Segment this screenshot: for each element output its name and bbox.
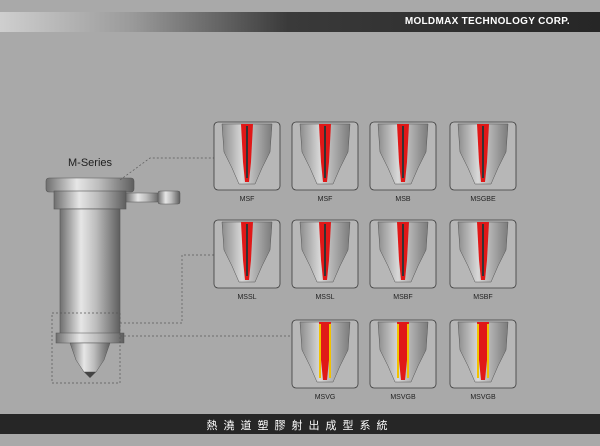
valve-pin [329, 324, 331, 378]
valve-pin [407, 324, 409, 378]
nozzle-label: MSBF [473, 294, 493, 301]
nozzle-label: MSF [317, 196, 333, 203]
nozzle-tile-msvgb [369, 319, 437, 389]
nozzle-label: MSSL [315, 294, 335, 301]
m-series-nozzle-icon [45, 177, 181, 378]
nozzle-label: MSF [239, 196, 255, 203]
nozzle-label: MSVGB [390, 394, 416, 401]
torpedo-pin [324, 224, 326, 276]
nozzle-tile-mssl [291, 219, 359, 289]
valve-pin [319, 324, 321, 378]
nozzle-tile-mssl [213, 219, 281, 289]
torpedo-pin [482, 224, 484, 276]
torpedo-pin [402, 224, 404, 276]
nozzle-label: MSBF [393, 294, 413, 301]
torpedo-pin [482, 126, 484, 178]
torpedo-pin [324, 126, 326, 178]
nozzle-tile-msvg [291, 319, 359, 389]
nozzle-tile-msb [369, 121, 437, 191]
torpedo-pin [246, 126, 248, 178]
nozzle-label: MSVGB [470, 394, 496, 401]
nozzle-tile-msf [213, 121, 281, 191]
torpedo-pin [402, 126, 404, 178]
nozzle-diagram [45, 121, 517, 389]
nozzle-tile-msvgb [449, 319, 517, 389]
torpedo-pin [246, 224, 248, 276]
nozzle-tile-msgbe [449, 121, 517, 191]
nozzle-tile-msbf [449, 219, 517, 289]
footer-title: 熱澆道塑膠射出成型系統 [206, 419, 394, 432]
valve-pin [487, 324, 489, 378]
valve-pin [477, 324, 479, 378]
nozzle-label: MSB [395, 196, 411, 203]
nozzle-label: MSSL [237, 294, 257, 301]
nozzle-label: MSVG [314, 394, 336, 401]
nozzle-label: MSGBE [470, 196, 496, 203]
valve-pin [397, 324, 399, 378]
nozzle-tile-msf [291, 121, 359, 191]
nozzle-tile-msbf [369, 219, 437, 289]
footer-bar: 熱澆道塑膠射出成型系統 [0, 414, 600, 434]
